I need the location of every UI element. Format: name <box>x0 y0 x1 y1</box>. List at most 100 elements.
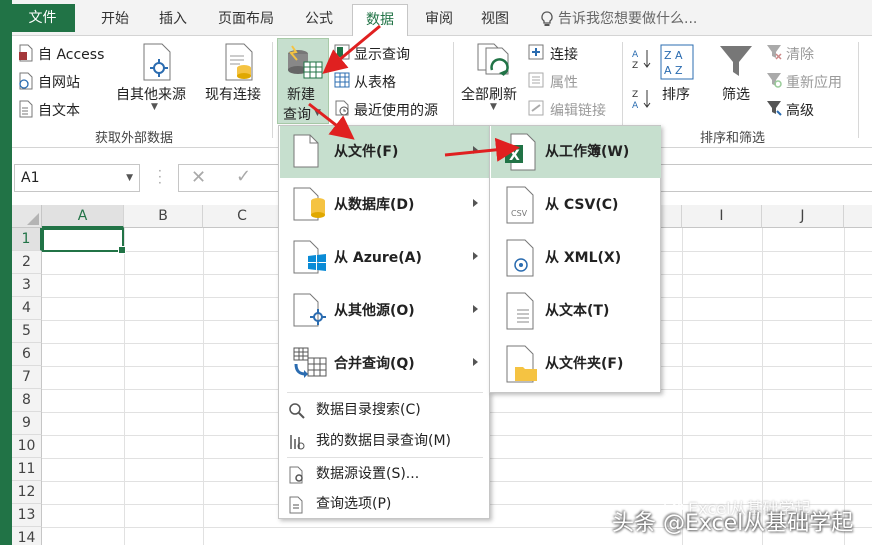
enter-icon[interactable]: ✓ <box>236 166 251 187</box>
table-icon <box>334 72 350 88</box>
tab-file[interactable]: 文件 <box>10 4 75 32</box>
column-header[interactable]: J <box>762 205 844 228</box>
svg-text:A: A <box>632 50 639 60</box>
row-header[interactable]: 5 <box>12 320 42 343</box>
row-header[interactable]: 10 <box>12 435 42 458</box>
tab-data[interactable]: 数据 <box>352 4 408 37</box>
from-table-button[interactable]: 从表格 <box>354 72 396 92</box>
row-header[interactable]: 3 <box>12 274 42 297</box>
menu-item-from-database[interactable]: 从数据库(D) <box>280 179 490 231</box>
chevron-right-icon <box>473 199 478 207</box>
edit-links-button[interactable]: 编辑链接 <box>550 100 606 120</box>
menu-item-from-csv[interactable]: CSV 从 CSV(C) <box>491 179 661 231</box>
ribbon-tab-bar: 文件 开始 插入 页面布局 公式 数据 审阅 视图 告诉我您想要做什么... <box>0 0 872 37</box>
menu-item-from-folder[interactable]: 从文件夹(F) <box>491 338 661 390</box>
properties-button[interactable]: 属性 <box>550 72 578 92</box>
menu-item-from-workbook[interactable]: X 从工作簿(W) <box>491 126 661 178</box>
tab-review[interactable]: 审阅 <box>416 8 462 30</box>
refresh-all-icon <box>477 43 509 76</box>
existing-connections-button[interactable]: 现有连接 <box>205 84 261 104</box>
connections-button[interactable]: 连接 <box>550 44 578 64</box>
tab-insert[interactable]: 插入 <box>150 8 196 30</box>
database-icon <box>293 187 325 221</box>
menu-item-from-other[interactable]: 从其他源(O) <box>280 285 490 337</box>
select-all-button[interactable] <box>12 205 42 228</box>
menu-item-from-azure[interactable]: 从 Azure(A) <box>280 232 490 284</box>
cancel-icon[interactable]: ✕ <box>191 167 206 188</box>
xml-file-icon <box>506 239 534 277</box>
menu-item-label: 从文件(F) <box>334 144 399 160</box>
row-header[interactable]: 8 <box>12 389 42 412</box>
from-access-button[interactable]: 自 Access <box>38 44 104 64</box>
row-header[interactable]: 9 <box>12 412 42 435</box>
refresh-all-button[interactable]: 全部刷新 <box>461 84 517 104</box>
row-header[interactable]: 1 <box>12 228 42 251</box>
chevron-down-icon[interactable]: ▼ <box>126 165 133 191</box>
my-catalog-icon <box>290 435 305 450</box>
row-header[interactable]: 11 <box>12 458 42 481</box>
sort-descending-icon: ZA <box>632 90 651 110</box>
show-queries-button[interactable]: 显示查询 <box>354 44 410 64</box>
ribbon-separator <box>453 42 454 138</box>
tell-me-box[interactable]: 告诉我您想要做什么... <box>540 8 697 30</box>
sort-button[interactable]: 排序 <box>662 84 690 104</box>
drag-handle-icon[interactable]: · · · <box>158 165 162 189</box>
menu-item-data-source-settings[interactable]: 数据源设置(S)... <box>280 459 490 489</box>
chevron-down-icon: ▼ <box>314 108 321 118</box>
watermark-line-2: 头条 @Excel从基础学起 <box>612 511 854 536</box>
reapply-button[interactable]: 重新应用 <box>786 72 842 92</box>
edit-links-icon <box>528 100 544 116</box>
menu-item-combine[interactable]: 合并查询(Q) <box>280 338 490 390</box>
row-header[interactable]: 13 <box>12 504 42 527</box>
show-queries-icon <box>334 44 350 60</box>
row-header[interactable]: 4 <box>12 297 42 320</box>
menu-item-from-xml[interactable]: 从 XML(X) <box>491 232 661 284</box>
recent-sources-button[interactable]: 最近使用的源 <box>354 100 438 120</box>
row-header[interactable]: 7 <box>12 366 42 389</box>
grid-line <box>124 228 125 545</box>
tab-home[interactable]: 开始 <box>90 8 140 30</box>
svg-text:A Z: A Z <box>664 64 683 77</box>
row-header[interactable]: 12 <box>12 481 42 504</box>
menu-item-from-text[interactable]: 从文本(T) <box>491 285 661 337</box>
active-cell-a1[interactable] <box>42 228 126 254</box>
row-header[interactable]: 2 <box>12 251 42 274</box>
from-web-button[interactable]: 自网站 <box>38 72 80 92</box>
menu-item-catalog-search[interactable]: 数据目录搜索(C) <box>280 395 490 425</box>
menu-item-query-options[interactable]: 查询选项(P) <box>280 489 490 519</box>
text-file-icon <box>506 292 534 330</box>
column-header[interactable]: I <box>682 205 762 228</box>
menu-item-label: 从工作簿(W) <box>545 144 630 160</box>
menu-item-my-catalog[interactable]: 我的数据目录查询(M) <box>280 426 490 456</box>
other-source-icon <box>293 293 326 327</box>
catalog-search-icon <box>289 403 305 419</box>
column-header[interactable]: A <box>42 205 124 228</box>
tab-page-layout[interactable]: 页面布局 <box>208 8 284 30</box>
column-header[interactable] <box>844 205 872 228</box>
from-other-sources-button[interactable]: 自其他来源 <box>116 84 186 104</box>
name-box-value: A1 <box>21 170 40 186</box>
clear-button[interactable]: 清除 <box>786 44 814 64</box>
web-icon <box>19 72 33 90</box>
tab-view[interactable]: 视图 <box>472 8 518 30</box>
column-header[interactable]: B <box>124 205 203 228</box>
menu-item-from-file[interactable]: 从文件(F) <box>280 126 490 178</box>
properties-icon <box>528 72 544 88</box>
new-query-icon <box>288 45 323 79</box>
file-icon <box>293 134 319 168</box>
chevron-down-icon: ▼ <box>151 102 158 112</box>
advanced-button[interactable]: 高级 <box>786 100 814 120</box>
row-header[interactable]: 6 <box>12 343 42 366</box>
filter-button[interactable]: 筛选 <box>722 84 750 104</box>
new-query-label-1: 新建 <box>287 87 315 103</box>
from-text-button[interactable]: 自文本 <box>38 100 80 120</box>
new-query-menu: 从文件(F) 从数据库(D) 从 Azure(A) 从其他源(O) 合并查询(Q… <box>278 125 490 519</box>
connections-icon <box>528 44 544 60</box>
tab-formulas[interactable]: 公式 <box>296 8 342 30</box>
row-header[interactable]: 14 <box>12 527 42 545</box>
column-header[interactable]: C <box>203 205 282 228</box>
new-query-button[interactable]: 查询 <box>283 104 311 124</box>
settings-gear-icon <box>289 466 303 484</box>
existing-connections-icon <box>225 43 253 81</box>
name-box[interactable]: A1 ▼ <box>14 164 140 192</box>
